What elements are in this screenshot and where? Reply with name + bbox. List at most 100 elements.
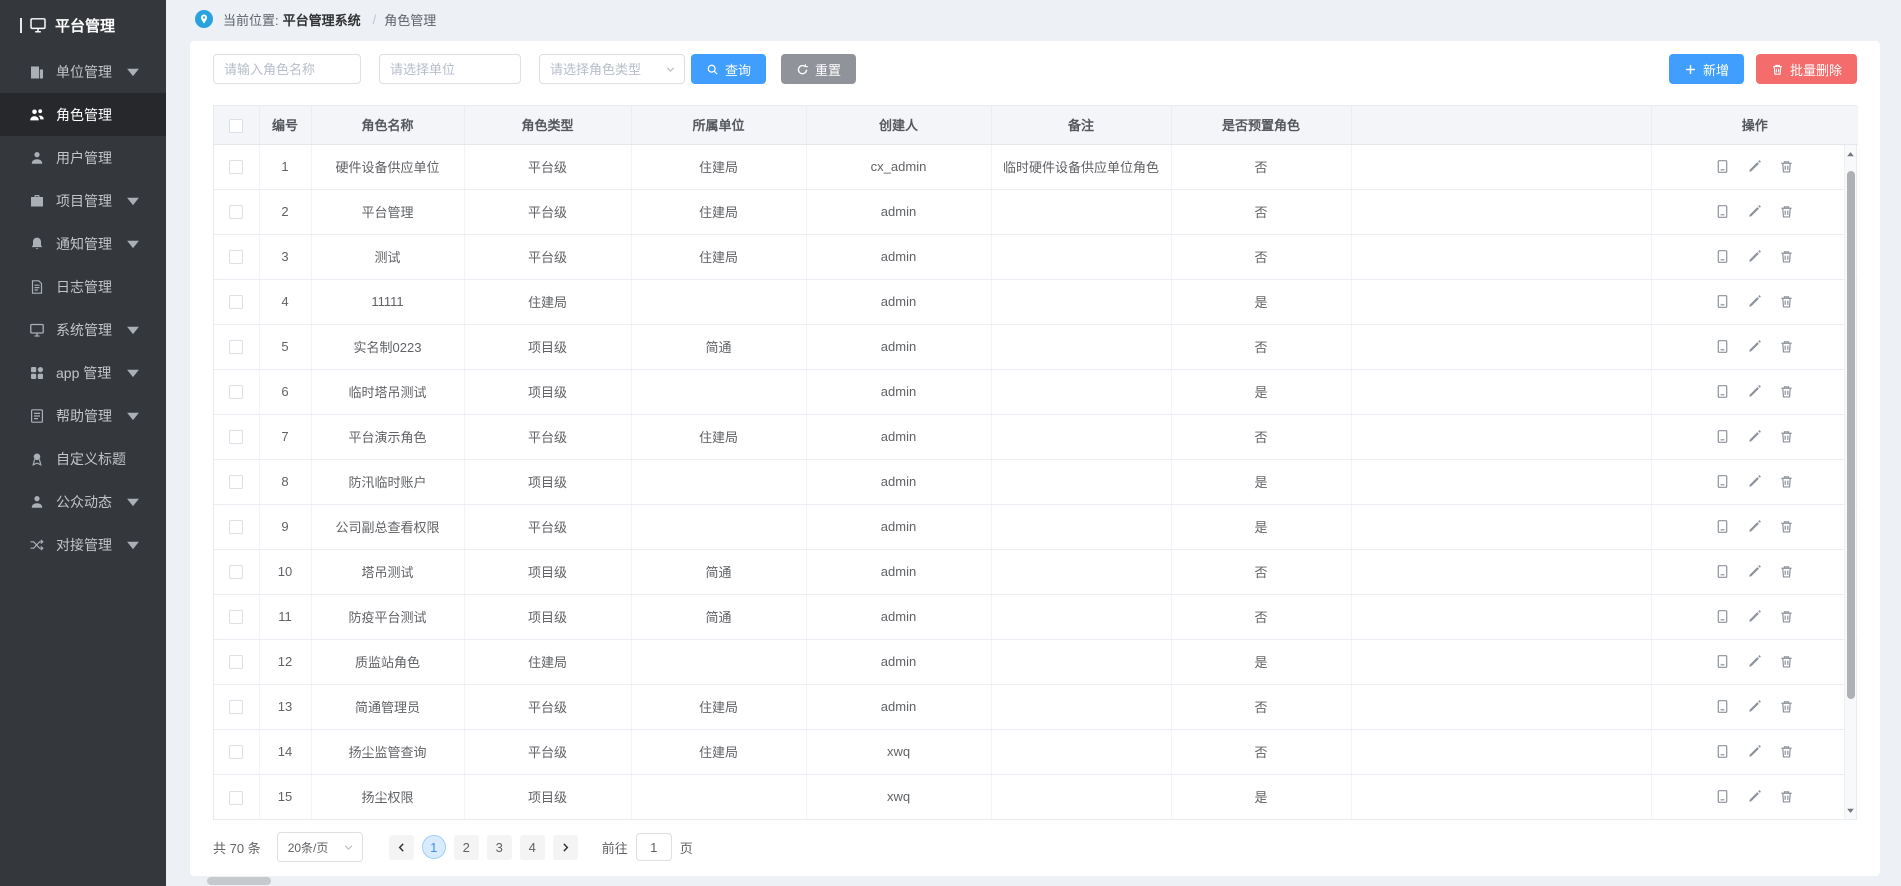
row-checkbox[interactable] bbox=[229, 700, 243, 714]
edit-icon[interactable] bbox=[1747, 744, 1762, 759]
batch-delete-button[interactable]: 批量删除 bbox=[1756, 54, 1857, 84]
sidebar-item-app-management[interactable]: app 管理 bbox=[0, 351, 166, 394]
page-number-4[interactable]: 4 bbox=[520, 835, 545, 860]
row-checkbox[interactable] bbox=[229, 385, 243, 399]
delete-icon[interactable] bbox=[1779, 789, 1794, 804]
edit-icon[interactable] bbox=[1747, 654, 1762, 669]
detail-icon[interactable] bbox=[1715, 519, 1730, 534]
detail-icon[interactable] bbox=[1715, 789, 1730, 804]
edit-icon[interactable] bbox=[1747, 384, 1762, 399]
sidebar-item-role-management[interactable]: 角色管理 bbox=[0, 93, 166, 136]
sidebar-item-unit-management[interactable]: 单位管理 bbox=[0, 50, 166, 93]
edit-icon[interactable] bbox=[1747, 519, 1762, 534]
page-number-2[interactable]: 2 bbox=[454, 835, 479, 860]
delete-icon[interactable] bbox=[1779, 384, 1794, 399]
delete-icon[interactable] bbox=[1779, 519, 1794, 534]
scroll-up-arrow-icon[interactable] bbox=[1845, 147, 1856, 161]
prev-page-button[interactable] bbox=[389, 835, 414, 860]
row-checkbox[interactable] bbox=[229, 340, 243, 354]
horizontal-scrollbar-thumb[interactable] bbox=[207, 877, 271, 885]
header-checkbox-cell[interactable] bbox=[214, 106, 259, 144]
row-checkbox[interactable] bbox=[229, 250, 243, 264]
detail-icon[interactable] bbox=[1715, 384, 1730, 399]
edit-icon[interactable] bbox=[1747, 339, 1762, 354]
row-checkbox[interactable] bbox=[229, 205, 243, 219]
delete-icon[interactable] bbox=[1779, 294, 1794, 309]
sidebar-item-system-management[interactable]: 系统管理 bbox=[0, 308, 166, 351]
delete-icon[interactable] bbox=[1779, 339, 1794, 354]
detail-icon[interactable] bbox=[1715, 609, 1730, 624]
delete-icon[interactable] bbox=[1779, 429, 1794, 444]
delete-icon[interactable] bbox=[1779, 249, 1794, 264]
role-name-input[interactable] bbox=[213, 54, 361, 84]
row-checkbox[interactable] bbox=[229, 655, 243, 669]
delete-icon[interactable] bbox=[1779, 609, 1794, 624]
sidebar-item-integration-management[interactable]: 对接管理 bbox=[0, 523, 166, 566]
detail-icon[interactable] bbox=[1715, 699, 1730, 714]
add-button[interactable]: 新增 bbox=[1669, 54, 1744, 84]
breadcrumb-root[interactable]: 平台管理系统 bbox=[283, 10, 361, 29]
goto-page-input[interactable] bbox=[636, 833, 672, 861]
delete-icon[interactable] bbox=[1779, 744, 1794, 759]
row-checkbox[interactable] bbox=[229, 475, 243, 489]
delete-icon[interactable] bbox=[1779, 699, 1794, 714]
detail-icon[interactable] bbox=[1715, 564, 1730, 579]
scroll-down-arrow-icon[interactable] bbox=[1845, 803, 1856, 817]
page-size-select[interactable] bbox=[277, 832, 363, 862]
page-number-list: 1234 bbox=[418, 835, 549, 860]
detail-icon[interactable] bbox=[1715, 249, 1730, 264]
vertical-scrollbar-thumb[interactable] bbox=[1847, 171, 1855, 699]
sidebar-item-log-management[interactable]: 日志管理 bbox=[0, 265, 166, 308]
edit-icon[interactable] bbox=[1747, 699, 1762, 714]
sidebar-item-help-management[interactable]: 帮助管理 bbox=[0, 394, 166, 437]
detail-icon[interactable] bbox=[1715, 339, 1730, 354]
column-header-4: 创建人 bbox=[806, 106, 991, 144]
row-checkbox[interactable] bbox=[229, 565, 243, 579]
search-button[interactable]: 查询 bbox=[691, 54, 766, 84]
row-actions-cell bbox=[1651, 774, 1858, 819]
edit-icon[interactable] bbox=[1747, 294, 1762, 309]
unit-select[interactable] bbox=[379, 54, 521, 84]
delete-icon[interactable] bbox=[1779, 654, 1794, 669]
delete-icon[interactable] bbox=[1779, 159, 1794, 174]
role-type-select[interactable] bbox=[539, 54, 685, 84]
page-number-3[interactable]: 3 bbox=[487, 835, 512, 860]
sidebar-item-public-activity[interactable]: 公众动态 bbox=[0, 480, 166, 523]
detail-icon[interactable] bbox=[1715, 204, 1730, 219]
role-type-select-input[interactable] bbox=[539, 54, 685, 84]
sidebar-item-project-management[interactable]: 项目管理 bbox=[0, 179, 166, 222]
edit-icon[interactable] bbox=[1747, 564, 1762, 579]
page-number-1[interactable]: 1 bbox=[422, 835, 446, 859]
edit-icon[interactable] bbox=[1747, 204, 1762, 219]
detail-icon[interactable] bbox=[1715, 744, 1730, 759]
detail-icon[interactable] bbox=[1715, 429, 1730, 444]
reset-button[interactable]: 重置 bbox=[781, 54, 856, 84]
delete-icon[interactable] bbox=[1779, 474, 1794, 489]
sidebar-item-notification-management[interactable]: 通知管理 bbox=[0, 222, 166, 265]
edit-icon[interactable] bbox=[1747, 249, 1762, 264]
row-checkbox[interactable] bbox=[229, 745, 243, 759]
edit-icon[interactable] bbox=[1747, 789, 1762, 804]
detail-icon[interactable] bbox=[1715, 654, 1730, 669]
row-checkbox[interactable] bbox=[229, 791, 243, 805]
select-all-checkbox[interactable] bbox=[229, 119, 243, 133]
column-header-actions: 操作 bbox=[1651, 106, 1858, 144]
row-checkbox[interactable] bbox=[229, 610, 243, 624]
next-page-button[interactable] bbox=[553, 835, 578, 860]
detail-icon[interactable] bbox=[1715, 294, 1730, 309]
detail-icon[interactable] bbox=[1715, 159, 1730, 174]
row-checkbox[interactable] bbox=[229, 295, 243, 309]
row-checkbox[interactable] bbox=[229, 520, 243, 534]
sidebar-item-user-management[interactable]: 用户管理 bbox=[0, 136, 166, 179]
sidebar-item-custom-title[interactable]: 自定义标题 bbox=[0, 437, 166, 480]
edit-icon[interactable] bbox=[1747, 159, 1762, 174]
delete-icon[interactable] bbox=[1779, 204, 1794, 219]
edit-icon[interactable] bbox=[1747, 609, 1762, 624]
detail-icon[interactable] bbox=[1715, 474, 1730, 489]
edit-icon[interactable] bbox=[1747, 429, 1762, 444]
row-checkbox[interactable] bbox=[229, 160, 243, 174]
page-size-input[interactable] bbox=[277, 832, 363, 862]
delete-icon[interactable] bbox=[1779, 564, 1794, 579]
edit-icon[interactable] bbox=[1747, 474, 1762, 489]
row-checkbox[interactable] bbox=[229, 430, 243, 444]
